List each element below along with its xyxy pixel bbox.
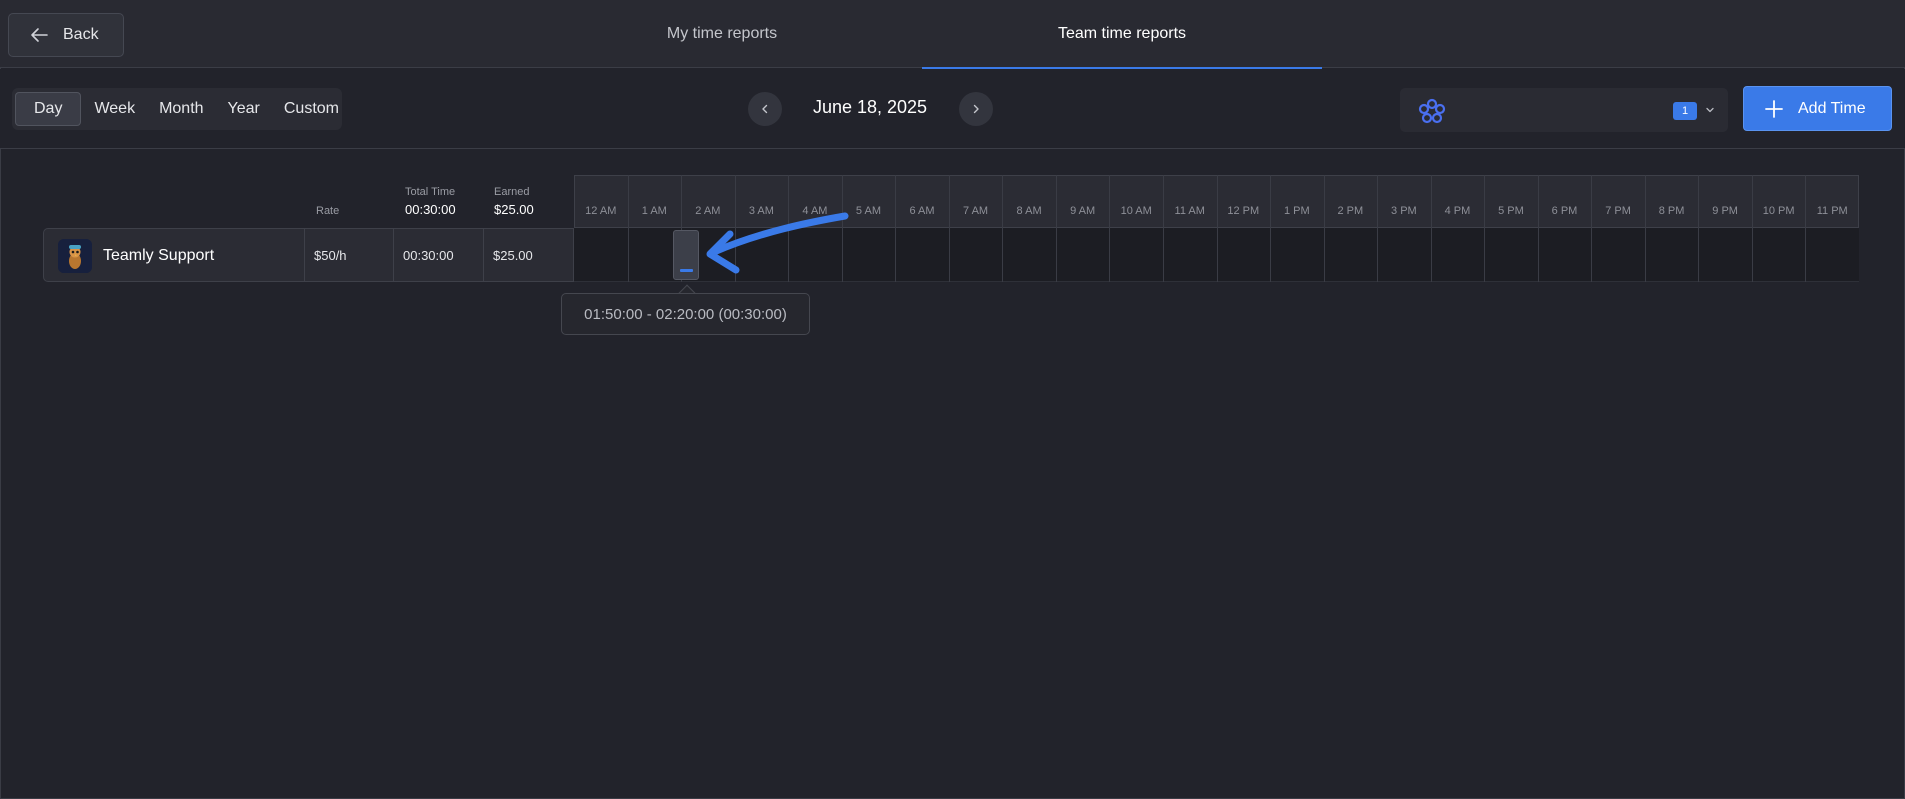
add-time-label: Add Time [1798, 99, 1866, 117]
period-month-button[interactable]: Month [147, 92, 215, 126]
tab-team-time-reports[interactable]: Team time reports [922, 0, 1322, 69]
hour-label: 7 PM [1605, 205, 1631, 217]
hour-label: 5 PM [1498, 205, 1524, 217]
hour-label: 1 AM [641, 205, 667, 217]
hour-label: 6 PM [1551, 205, 1578, 217]
member-total-time: 00:30:00 [403, 248, 454, 263]
back-label: Back [63, 26, 99, 43]
hour-label: 7 AM [963, 205, 989, 217]
hour-gridline [1537, 175, 1539, 282]
plus-icon [1765, 99, 1783, 118]
hour-label: 10 AM [1120, 205, 1152, 217]
hour-label: 6 AM [909, 205, 935, 217]
next-date-button[interactable] [959, 92, 993, 126]
period-week-button[interactable]: Week [82, 92, 147, 126]
hour-label: 12 AM [585, 205, 617, 217]
hour-label: 8 AM [1016, 205, 1042, 217]
team-selector[interactable]: 1 [1400, 88, 1728, 132]
hour-label: 4 PM [1444, 205, 1471, 217]
period-custom-button[interactable]: Custom [272, 92, 351, 126]
hour-gridline [1751, 175, 1753, 282]
hour-gridline [1109, 175, 1111, 282]
period-day-button[interactable]: Day [15, 92, 82, 126]
earned-summary: $25.00 [494, 202, 534, 217]
cell-divider [483, 229, 484, 281]
hour-label: 3 PM [1391, 205, 1417, 217]
tab-my-time-reports[interactable]: My time reports [522, 0, 922, 68]
annotation-arrow-icon [706, 212, 849, 274]
hour-gridline [1323, 175, 1325, 282]
time-entry-block[interactable] [673, 230, 699, 280]
hour-gridline [895, 175, 897, 282]
hour-gridline [1270, 175, 1272, 282]
avatar [58, 239, 92, 273]
chevron-left-icon [762, 104, 768, 114]
hour-label: 8 PM [1658, 205, 1685, 217]
back-button[interactable]: Back [8, 13, 124, 57]
hour-label: 11 PM [1816, 205, 1848, 217]
hour-gridline [1698, 175, 1700, 282]
chevron-right-icon [973, 104, 979, 114]
hour-label: 12 PM [1227, 205, 1260, 217]
total-time-header: Total Time [405, 186, 456, 198]
add-time-button[interactable]: Add Time [1743, 86, 1892, 131]
hour-label: 2 PM [1337, 205, 1364, 217]
top-bar: Back My time reports Team time reports [0, 0, 1905, 69]
team-logo-icon [1418, 98, 1446, 124]
hour-label: 9 PM [1712, 205, 1738, 217]
hour-gridline [1805, 175, 1807, 282]
hour-gridline [1591, 175, 1593, 282]
total-time-summary: 00:30:00 [405, 202, 456, 217]
hour-gridline [1002, 175, 1004, 282]
hour-gridline [1055, 175, 1057, 282]
hour-label: 1 PM [1283, 205, 1310, 217]
current-date: June 18, 2025 [812, 97, 928, 117]
hour-label: 9 AM [1070, 205, 1096, 217]
tab-label: Team time reports [1057, 25, 1187, 42]
arrow-left-icon [31, 28, 48, 42]
cell-divider [393, 229, 394, 281]
hour-label: 11 AM [1174, 205, 1205, 217]
toolbar: Day Week Month Year Custom June 18, 2025… [0, 69, 1905, 149]
member-name: Teamly Support [103, 247, 215, 264]
member-rate: $50/h [314, 248, 347, 263]
time-entry-tooltip: 01:50:00 - 02:20:00 (00:30:00) [561, 293, 810, 335]
hour-gridline [1644, 175, 1646, 282]
cell-divider [304, 229, 305, 281]
hour-label: 10 PM [1762, 205, 1795, 217]
previous-date-button[interactable] [748, 92, 782, 126]
hour-gridline [1162, 175, 1164, 282]
tab-label: My time reports [666, 25, 778, 42]
member-earned: $25.00 [493, 248, 533, 263]
hour-gridline [1377, 175, 1379, 282]
period-year-button[interactable]: Year [216, 92, 272, 126]
hour-gridline [948, 175, 950, 282]
earned-header: Earned [494, 186, 530, 198]
table-row[interactable]: Teamly Support $50/h 00:30:00 $25.00 [43, 228, 574, 282]
hour-gridline [1216, 175, 1218, 282]
chevron-down-icon [1706, 107, 1714, 113]
time-entry-bar [680, 269, 693, 272]
hour-gridline [1430, 175, 1432, 282]
team-count-badge: 1 [1673, 102, 1697, 120]
hour-gridline [1484, 175, 1486, 282]
rate-header: Rate [316, 205, 340, 217]
hour-gridline [627, 175, 629, 282]
period-selector: Day Week Month Year Custom [12, 88, 342, 130]
